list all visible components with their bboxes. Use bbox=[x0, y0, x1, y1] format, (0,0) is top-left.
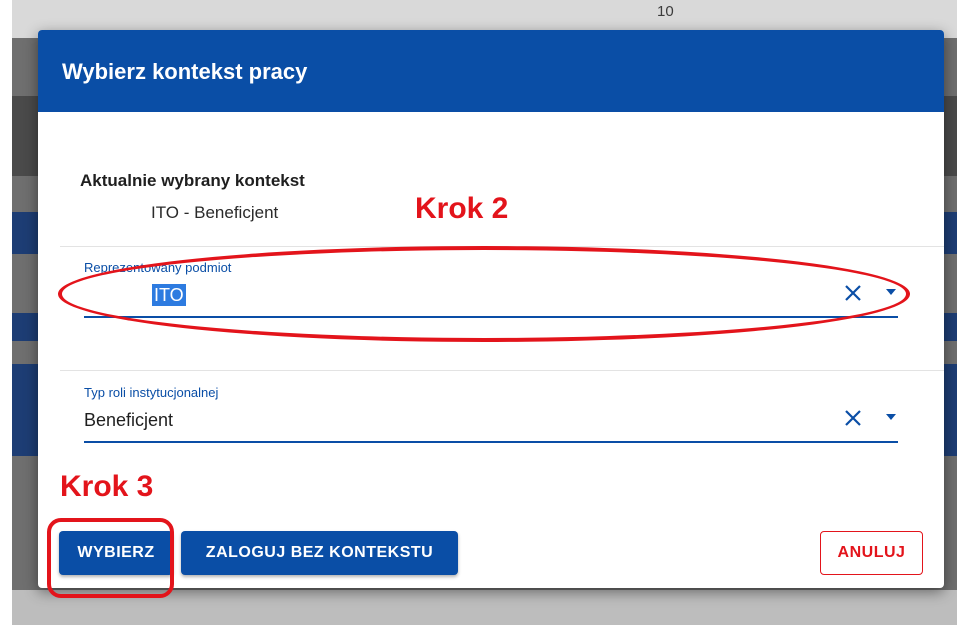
cancel-button[interactable]: ANULUJ bbox=[820, 531, 923, 575]
background-column-number: 10 bbox=[657, 3, 674, 20]
institutional-role-type-label: Typ roli instytucjonalnej bbox=[84, 385, 219, 400]
dialog-header: Wybierz kontekst pracy bbox=[38, 30, 944, 112]
close-icon[interactable] bbox=[842, 407, 864, 429]
step-2-highlight-ellipse bbox=[58, 246, 910, 342]
arrow-drop-down-icon[interactable] bbox=[886, 414, 896, 420]
dialog-title: Wybierz kontekst pracy bbox=[62, 59, 308, 84]
field-underline bbox=[84, 441, 898, 443]
institutional-role-type-input[interactable]: Beneficjent bbox=[84, 409, 173, 431]
institutional-role-type-field[interactable]: Typ roli instytucjonalnej Beneficjent bbox=[84, 385, 898, 443]
current-context-value: ITO - Beneficjent bbox=[151, 203, 279, 222]
step-3-annotation: Krok 3 bbox=[60, 470, 154, 503]
login-without-context-button[interactable]: ZALOGUJ BEZ KONTEKSTU bbox=[181, 531, 458, 575]
step-2-annotation: Krok 2 bbox=[415, 192, 509, 225]
current-context-label: Aktualnie wybrany kontekst bbox=[80, 171, 305, 190]
step-3-highlight-rect bbox=[47, 518, 174, 598]
divider bbox=[60, 370, 944, 371]
